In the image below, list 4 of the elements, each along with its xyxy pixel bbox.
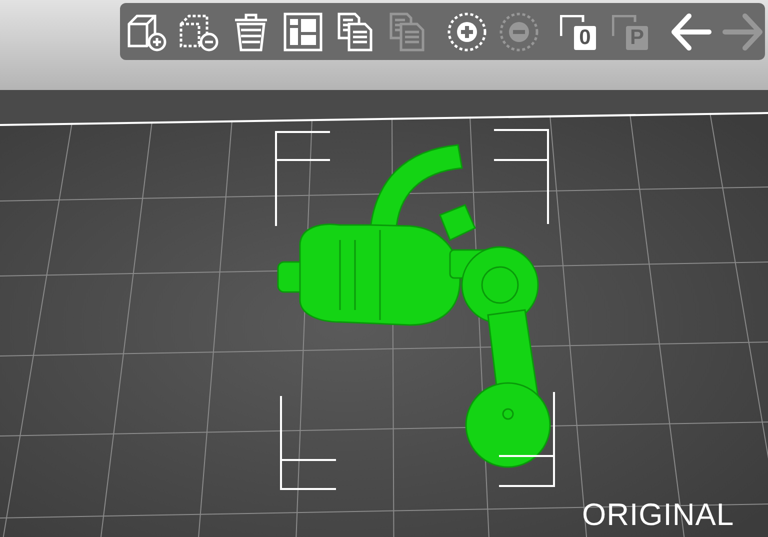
- undo-arrow-icon: [669, 12, 713, 52]
- bed-logo-text: ORIGINAL: [582, 497, 734, 533]
- redo-arrow-icon: [721, 12, 765, 52]
- split-objects-button[interactable]: 0: [556, 8, 602, 54]
